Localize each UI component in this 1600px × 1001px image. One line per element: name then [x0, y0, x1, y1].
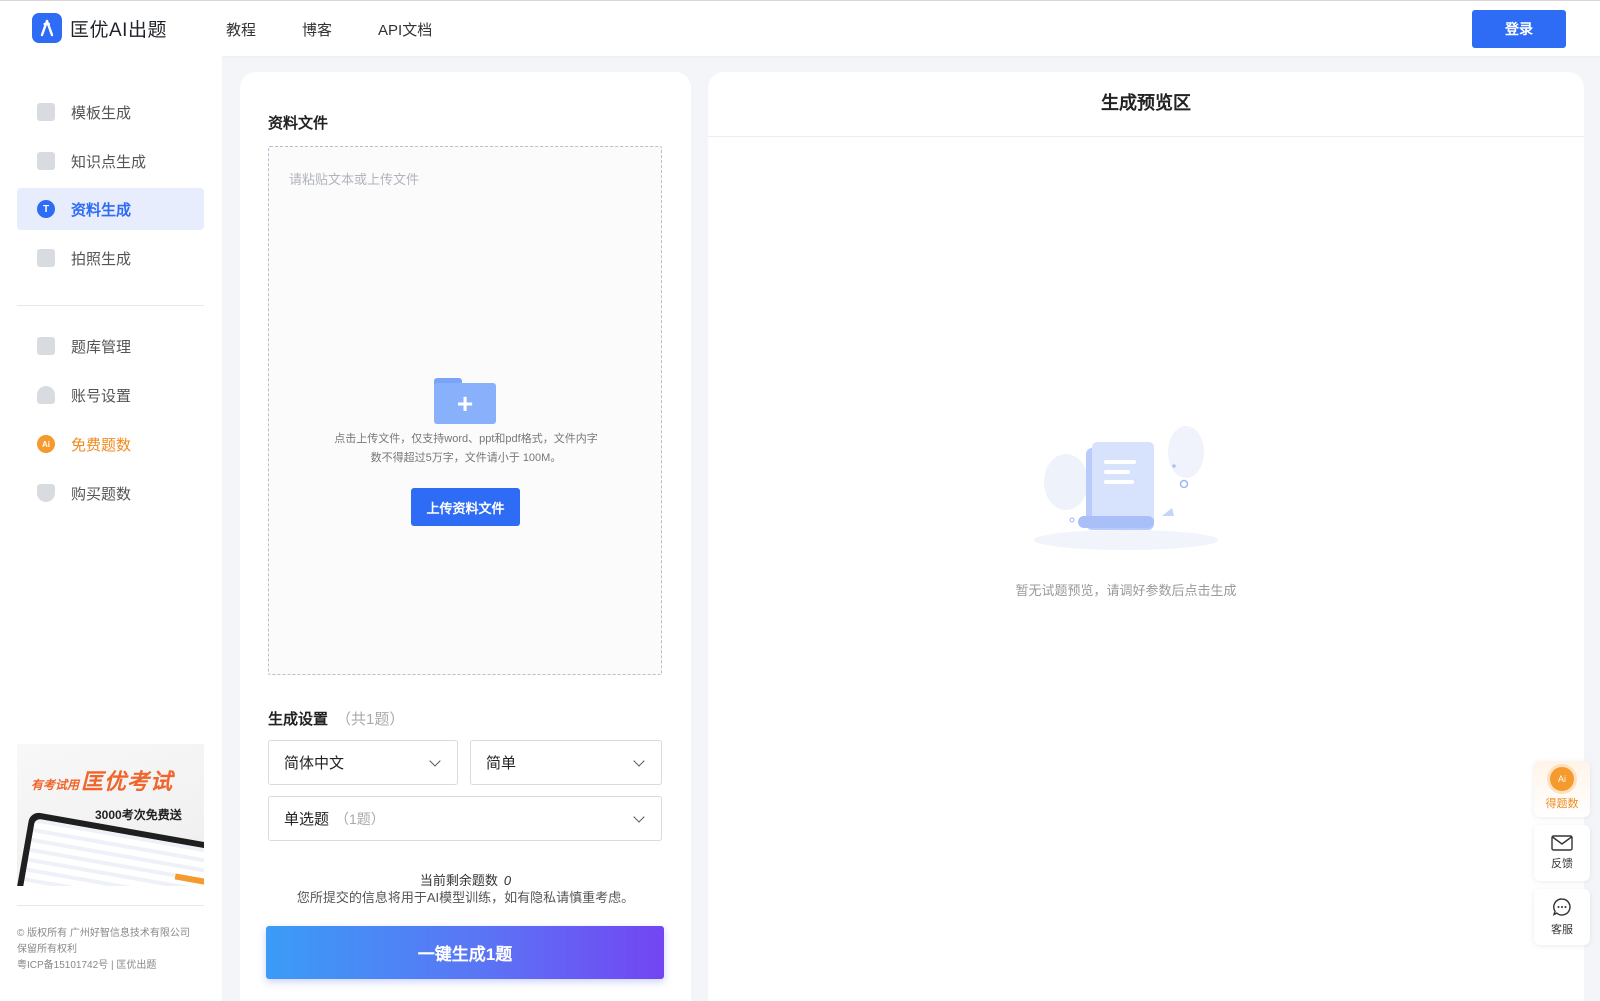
language-value: 简体中文	[284, 755, 345, 772]
upload-file-button[interactable]: 上传资料文件	[411, 488, 520, 526]
float-get-questions-label: 得题数	[1545, 798, 1579, 810]
sidebar-item-question-bank[interactable]: 题库管理	[17, 325, 204, 367]
diamond-icon	[37, 484, 55, 502]
preview-title: 生成预览区	[708, 72, 1584, 137]
question-type-value: 单选题	[284, 811, 330, 828]
upload-hint-line: 数不得超过5万字，文件请小于 100M。	[370, 452, 562, 464]
ai-coin-icon: Ai	[37, 435, 55, 453]
knowledge-icon	[37, 152, 55, 170]
folder-plus-icon: +	[434, 378, 496, 424]
settings-title-text: 生成设置	[268, 711, 329, 728]
sidebar-item-buy-quota[interactable]: 购买题数	[17, 472, 204, 514]
float-service-label: 客服	[1551, 924, 1573, 936]
document-icon: T	[37, 200, 55, 218]
sidebar-item-label: 知识点生成	[71, 153, 147, 171]
sidebar-item-label: 模板生成	[71, 104, 132, 122]
language-select[interactable]: 简体中文	[268, 740, 458, 785]
empty-preview-text: 暂无试题预览，请调好参数后点击生成	[1015, 583, 1237, 598]
tablet-screen	[21, 818, 204, 886]
nav-blog[interactable]: 博客	[302, 19, 332, 40]
chat-bubble-icon	[1552, 898, 1571, 916]
remaining-count: 当前剩余题数 0	[240, 872, 691, 889]
settings-title: 生成设置 （共1题）	[268, 708, 404, 729]
sidebar-item-label: 资料生成	[71, 201, 132, 219]
remaining-info: 当前剩余题数 0 您所提交的信息将用于AI模型训练，如有隐私请慎重考虑。	[240, 872, 691, 906]
float-service[interactable]: 客服	[1534, 889, 1590, 945]
copyright-line: © 版权所有 广州好智信息技术有限公司	[17, 928, 190, 939]
sidebar: 模板生成 知识点生成 T 资料生成 拍照生成 题库管理 账号设置 Ai 免费题数…	[0, 56, 222, 1001]
sidebar-item-material[interactable]: T 资料生成	[17, 188, 204, 230]
material-title: 资料文件	[268, 115, 329, 132]
float-feedback-label: 反馈	[1551, 858, 1573, 870]
upload-hint-line: 点击上传文件，仅支持word、ppt和pdf格式，文件内字	[334, 433, 598, 445]
sidebar-item-label: 购买题数	[71, 485, 132, 503]
copyright-icp[interactable]: 粤ICP备15101742号 | 匡优出题	[17, 958, 217, 974]
sidebar-item-free-quota[interactable]: Ai 免费题数	[17, 423, 204, 465]
sidebar-item-label: 免费题数	[71, 436, 132, 454]
question-bank-icon	[37, 337, 55, 355]
privacy-note: 您所提交的信息将用于AI模型训练，如有隐私请慎重考虑。	[296, 890, 635, 905]
promo-title: 有考试用 匡优考试	[31, 764, 173, 796]
nav-api-docs[interactable]: API文档	[378, 19, 432, 40]
float-get-questions[interactable]: Ai 得题数	[1534, 761, 1590, 817]
app-name: 匡优AI出题	[70, 19, 167, 41]
chevron-down-icon	[633, 811, 645, 823]
material-placeholder: 请粘贴文本或上传文件	[289, 172, 420, 187]
ai-coin-icon: Ai	[1550, 767, 1574, 791]
chevron-down-icon	[633, 755, 645, 767]
sidebar-item-label: 账号设置	[71, 387, 132, 405]
sidebar-divider	[17, 305, 204, 306]
preview-panel: 生成预览区 暂无试题预览，请调好参数后点击生成	[708, 72, 1584, 1001]
empty-document-icon	[1034, 426, 1218, 550]
settings-count: （共1题）	[336, 711, 405, 728]
mail-icon	[1551, 835, 1573, 851]
sidebar-item-label: 拍照生成	[71, 250, 132, 268]
nav-tutorial[interactable]: 教程	[226, 19, 256, 40]
difficulty-select[interactable]: 简单	[470, 740, 662, 785]
user-icon	[37, 386, 55, 404]
sidebar-item-knowledge[interactable]: 知识点生成	[17, 140, 204, 182]
sidebar-item-label: 题库管理	[71, 338, 132, 356]
photo-icon	[37, 249, 55, 267]
promo-brand: 匡优考试	[81, 769, 174, 794]
sidebar-item-photo[interactable]: 拍照生成	[17, 237, 204, 279]
upload-hint: 点击上传文件，仅支持word、ppt和pdf格式，文件内字 数不得超过5万字，文…	[309, 430, 623, 468]
top-header: 匡优AI出题 教程 博客 API文档 登录	[0, 0, 1600, 56]
difficulty-value: 简单	[486, 755, 517, 772]
copyright: © 版权所有 广州好智信息技术有限公司 保留所有权利 粤ICP备15101742…	[17, 926, 217, 974]
sidebar-divider	[17, 905, 204, 906]
template-icon	[37, 103, 55, 121]
promo-banner[interactable]: 有考试用 匡优考试 3000考次免费送	[17, 744, 204, 886]
promo-subtitle: 3000考次免费送	[95, 808, 182, 822]
generate-button[interactable]: 一键生成1题	[266, 926, 664, 979]
float-feedback[interactable]: 反馈	[1534, 825, 1590, 881]
question-type-count: （1题）	[335, 810, 385, 827]
remaining-value: 0	[503, 873, 512, 888]
logo-mark-icon	[32, 13, 62, 43]
question-type-select[interactable]: 单选题 （1题）	[268, 796, 662, 841]
copyright-line: 保留所有权利	[17, 944, 77, 955]
sidebar-item-account[interactable]: 账号设置	[17, 374, 204, 416]
login-button[interactable]: 登录	[1472, 10, 1566, 48]
top-nav: 教程 博客 API文档	[226, 1, 478, 57]
sidebar-item-template[interactable]: 模板生成	[17, 91, 204, 133]
chevron-down-icon	[429, 755, 441, 767]
promo-prefix: 有考试用	[31, 778, 80, 792]
material-dropzone[interactable]: 请粘贴文本或上传文件 + 点击上传文件，仅支持word、ppt和pdf格式，文件…	[268, 146, 662, 675]
material-panel: 资料文件 请粘贴文本或上传文件 + 点击上传文件，仅支持word、ppt和pdf…	[240, 72, 691, 1001]
app-logo[interactable]: 匡优AI出题	[32, 13, 167, 43]
remaining-label: 当前剩余题数	[419, 873, 498, 888]
